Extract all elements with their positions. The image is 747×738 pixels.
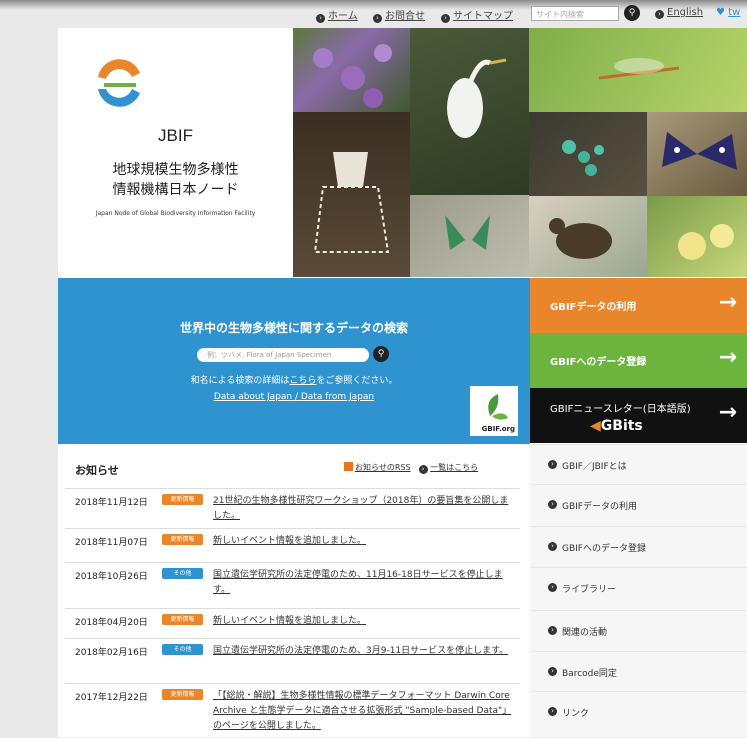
data-about-japan-link[interactable]: Data about Japan / Data from Japan: [58, 392, 530, 402]
search-help-link[interactable]: こちら: [289, 376, 316, 386]
twitter-icon: ♥: [716, 7, 725, 18]
jbif-logo-mark: [98, 59, 140, 107]
circle-bullet-icon: ›: [373, 14, 382, 23]
news-all-link[interactable]: 一覧はこちら: [430, 463, 478, 472]
arrow-right-icon: →: [718, 290, 737, 315]
nav-english-link[interactable]: › English: [655, 7, 703, 19]
fungi-image: [562, 140, 604, 176]
circle-bullet-icon: ›: [441, 14, 450, 23]
photo-insect: [529, 28, 747, 112]
photo-butterfly-green: [410, 195, 529, 277]
data-search-input[interactable]: 例：ツバメ, Flora of Japan Specimen: [197, 348, 369, 362]
logo-abbr: JBIF: [158, 126, 193, 145]
news-links: お知らせのRSS › 一覧はこちら: [344, 462, 478, 474]
news-badge: 更新情報: [162, 494, 203, 505]
gbits-logo: ◀GBits: [590, 418, 643, 434]
rss-icon: [344, 462, 353, 471]
circle-bullet-icon: ›: [655, 10, 664, 19]
photo-fungi: [529, 112, 647, 196]
gbif-org-logo[interactable]: GBIF.org: [470, 386, 518, 436]
news-link[interactable]: 「【総説・解説】生物多様性情報の標準データフォーマット Darwin Core …: [213, 689, 513, 734]
egret-image: [447, 58, 507, 138]
news-badge: その他: [162, 644, 203, 655]
butterfly-image: [662, 132, 737, 170]
mushroom-image: [313, 152, 390, 253]
search-icon[interactable]: ⚲: [624, 5, 640, 21]
news-badge: 更新情報: [162, 689, 203, 700]
circle-bullet-icon: ›: [418, 465, 428, 474]
rss-link[interactable]: お知らせのRSS: [355, 463, 411, 472]
arrow-right-icon: →: [718, 345, 737, 370]
org-english-name: Japan Node of Global Biodiversity Inform…: [95, 210, 256, 217]
grouse-image: [549, 218, 612, 259]
top-nav: › ホーム › お問合せ › サイトマップ サイト内検索 ⚲ › English ♥ t…: [0, 0, 747, 28]
org-name: 地球規模生物多様性 情報機構日本ノード: [112, 162, 239, 198]
menu-item-activities[interactable]: › 関連の活動: [530, 610, 747, 651]
news-link[interactable]: 国立遺伝学研究所の法定停電のため、3月9-11日サービスを停止します。: [213, 644, 513, 659]
news-item: 2018年11月12日 更新情報 21世紀の生物多様性研究ワークショップ（201…: [65, 488, 520, 529]
yellow-flower-image: [678, 224, 734, 260]
gbif-data-use-button[interactable]: GBIFデータの利用 →: [530, 278, 747, 333]
news-item: 2017年12月22日 更新情報 「【総説・解説】生物多様性情報の標準データフォ…: [65, 683, 520, 738]
circle-bullet-icon: ›: [316, 14, 325, 23]
news-link[interactable]: 新しいイベント情報を追加しました。: [213, 534, 513, 549]
circle-bullet-icon: ›: [548, 626, 557, 635]
circle-bullet-icon: ›: [548, 460, 557, 469]
search-icon[interactable]: ⚲: [373, 346, 389, 362]
news-badge: その他: [162, 568, 203, 579]
gbits-arrow-icon: ◀: [590, 418, 601, 434]
flower-image: [313, 44, 392, 108]
menu-item-data-use[interactable]: › GBIFデータの利用: [530, 484, 747, 525]
photo-grouse: [529, 196, 647, 277]
insect-image: [598, 58, 680, 80]
search-note: 和名による検索の詳細はこちらをご参照ください。: [190, 376, 398, 386]
search-panel-title: 世界中の生物多様性に関するデータの検索: [179, 321, 408, 335]
nav-sitemap-link[interactable]: › サイトマップ: [441, 7, 513, 23]
menu-item-library[interactable]: › ライブラリー: [530, 567, 747, 608]
swallowtail-image: [445, 215, 490, 250]
circle-bullet-icon: ›: [548, 500, 557, 509]
nav-twitter-link[interactable]: ♥ tw: [716, 7, 740, 18]
photo-butterfly-blue: [647, 112, 747, 196]
arrow-right-icon: →: [718, 400, 737, 425]
photo-mushroom: [293, 112, 410, 277]
circle-bullet-icon: ›: [548, 707, 557, 716]
circle-bullet-icon: ›: [548, 667, 557, 676]
menu-item-about[interactable]: › GBIF／JBIFとは: [530, 444, 747, 485]
photo-egret: [410, 28, 529, 195]
news-item: 2018年02月16日 その他 国立遺伝学研究所の法定停電のため、3月9-11日…: [65, 638, 520, 683]
menu-item-links[interactable]: › リンク: [530, 691, 747, 732]
news-item: 2018年10月26日 その他 国立遺伝学研究所の法定停電のため、11月16-1…: [65, 562, 520, 607]
photo-flowers: [293, 28, 410, 112]
site-search-input[interactable]: サイト内検索: [531, 6, 619, 21]
news-link[interactable]: 21世紀の生物多様性研究ワークショップ（2018年）の要旨集を公開しました。: [213, 494, 513, 524]
circle-bullet-icon: ›: [548, 583, 557, 592]
news-link[interactable]: 新しいイベント情報を追加しました。: [213, 614, 513, 629]
news-item: 2018年04月20日 更新情報 新しいイベント情報を追加しました。: [65, 608, 520, 639]
nav-home-link[interactable]: › ホーム: [316, 7, 358, 23]
news-item: 2018年11月07日 更新情報 新しいイベント情報を追加しました。: [65, 528, 520, 559]
news-badge: 更新情報: [162, 614, 203, 625]
photo-flowers-yellow: [647, 196, 747, 277]
news-link[interactable]: 国立遺伝学研究所の法定停電のため、11月16-18日サービスを停止します。: [213, 568, 513, 598]
menu-item-data-register[interactable]: › GBIFへのデータ登録: [530, 526, 747, 567]
news-heading: お知らせ: [75, 464, 119, 477]
circle-bullet-icon: ›: [548, 542, 557, 551]
nav-contact-link[interactable]: › お問合せ: [373, 7, 425, 23]
news-badge: 更新情報: [162, 534, 203, 545]
gbif-data-register-button[interactable]: GBIFへのデータ登録 →: [530, 333, 747, 388]
menu-item-barcode[interactable]: › Barcode同定: [530, 651, 747, 692]
gbif-newsletter-button[interactable]: GBIFニュースレター(日本語版) ◀GBits →: [530, 388, 747, 443]
